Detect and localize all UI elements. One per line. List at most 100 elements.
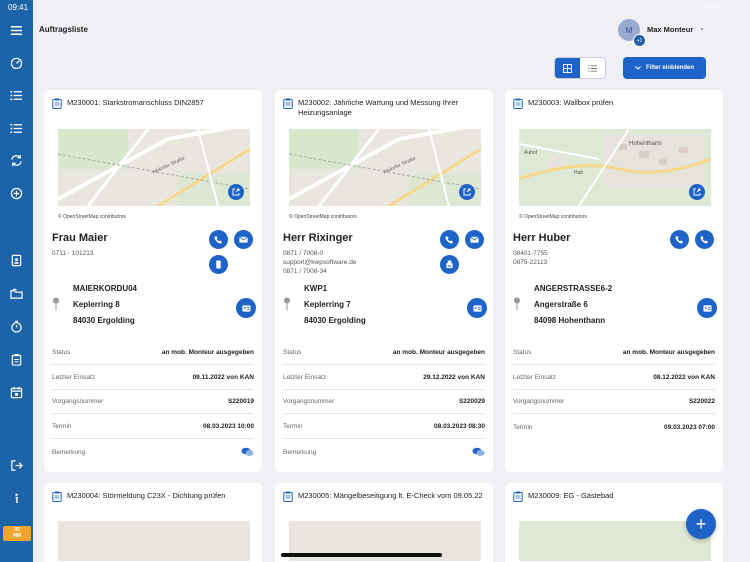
filter-button[interactable]: Filter einblenden [623,57,706,79]
map-preview[interactable] [519,521,711,561]
timer-icon[interactable] [9,319,24,334]
address-line: 84030 Ergolding [73,316,135,325]
order-list-icon[interactable] [9,121,24,136]
map-town-label: Hohenthann [629,141,662,147]
add-order-button[interactable]: + [686,509,716,539]
clipboard-icon[interactable] [9,352,24,367]
map-preview[interactable] [58,521,250,561]
pin-icon [284,297,290,311]
info-label: Vorgangsnummer [52,398,104,405]
user-initials-badge[interactable]: 02 MM [3,526,31,541]
list-icon[interactable] [9,88,24,103]
info-row-last-visit: Letzter Einsatz 08.12.2022 von KAN [513,366,715,390]
fax-icon [446,260,453,269]
call-button[interactable] [440,230,459,249]
order-card[interactable]: M230003: Wallbox prüfen Hohenthann Hub A… [505,90,723,472]
user-name[interactable]: Max Monteur [647,25,693,34]
mail-icon [470,236,479,243]
phone-icon [675,235,684,244]
info-label: Termin [513,423,533,431]
info-value: 08.03.2023 08:30 [434,423,485,430]
email-button[interactable] [465,230,484,249]
pin-icon [514,297,520,311]
chat-icon[interactable] [472,447,485,457]
osm-attribution[interactable]: © OpenStreetMap contributors [289,214,357,220]
open-map-button[interactable] [228,184,244,200]
map-preview[interactable]: Hohenthann Hub Auhof [519,129,711,206]
map-preview[interactable]: Altdorfer Straße [289,129,481,206]
osm-attribution[interactable]: © OpenStreetMap contributors [58,214,126,220]
chevron-down-icon[interactable]: ⌄ [699,24,705,32]
address-line: 84030 Ergolding [304,316,366,325]
phone-icon [700,235,709,244]
filter-button-label: Filter einblenden [645,65,694,71]
info-row-appointment: Termin 08.03.2023 10:00 [52,415,254,439]
order-card[interactable]: M230005: Mängelbeseitigung lt. E-Check v… [275,483,493,562]
plus-circle-icon[interactable] [9,186,24,201]
info-row-status: Status an mob. Monteur ausgegeben [513,341,715,365]
info-icon[interactable] [9,491,24,506]
menu-icon[interactable] [9,23,24,38]
info-label: Letzter Einsatz [513,374,556,381]
calendar-icon[interactable] [9,385,24,400]
map-preview[interactable]: Altdorfer Straße [58,129,250,206]
clipboard-icon [283,98,293,109]
sync-icon[interactable] [9,153,24,168]
info-row-process-number: Vorgangsnummer S220022 [513,390,715,414]
card-title: M230003: Wallbox prüfen [528,98,614,107]
info-label: Letzter Einsatz [52,374,95,381]
logout-icon[interactable] [9,458,24,473]
page-title: Auftragsliste [39,25,88,34]
info-row-process-number: Vorgangsnummer S220029 [283,390,485,414]
email-button[interactable] [234,230,253,249]
info-value: an mob. Monteur ausgegeben [161,349,254,356]
folders-icon[interactable] [9,286,24,301]
open-map-button[interactable] [459,184,475,200]
card-title: M230009: EG - Gästebad [528,491,614,500]
contact-card-button[interactable] [467,298,487,318]
info-row-appointment: Termin 08.03.2023 08:30 [283,415,485,439]
info-row-status: Status an mob. Monteur ausgegeben [52,341,254,365]
order-card[interactable]: M230002: Jährliche Wartung und Messung I… [275,90,493,472]
fax-button[interactable] [440,255,459,274]
osm-attribution[interactable]: © OpenStreetMap contributors [519,214,587,220]
grid-icon [563,63,572,73]
contact-card-button[interactable] [697,298,717,318]
card-header: M230001: Starkstromanschluss DIN2857 [52,98,254,109]
mobile-button[interactable] [209,255,228,274]
chat-icon[interactable] [241,447,254,457]
order-card[interactable]: M230004: Störmeldung C23X - Dichtung prü… [44,483,262,562]
chevron-down-icon [635,66,641,70]
card-title: M230001: Starkstromanschluss DIN2857 [67,98,204,107]
fax-line: 0871 / 7008-34 [283,268,327,275]
phone-line: 0875-22113 [513,259,548,266]
mail-icon [239,236,248,243]
call-button[interactable] [209,230,228,249]
contact-phone: 0711 - 101213 [52,249,93,258]
contact-name: Herr Rixinger [283,232,353,244]
grid-view-button[interactable] [555,58,580,78]
call-button-2[interactable] [695,230,714,249]
info-label: Status [283,349,302,356]
info-value: S220019 [227,398,254,405]
dashboard-icon[interactable] [9,55,24,70]
info-label: Termin [283,423,303,430]
view-toggle [554,57,606,79]
external-link-icon [232,188,240,196]
call-button[interactable] [670,230,689,249]
info-label: Bemerkung [52,448,86,456]
info-label: Status [513,349,532,356]
info-value: 29.12.2022 von KAN [423,374,485,381]
info-label: Status [52,349,71,356]
address-line: MAIERKORDU04 [73,284,138,293]
home-indicator[interactable] [281,553,442,557]
contact-card-button[interactable] [236,298,256,318]
order-card[interactable]: M230001: Starkstromanschluss DIN2857 Alt… [44,90,262,472]
contact-card-icon [241,304,251,312]
list-view-button[interactable] [580,58,605,78]
info-label: Vorgangsnummer [513,398,565,405]
info-row-last-visit: Letzter Einsatz 09.11.2022 von KAN [52,366,254,390]
avatar-count-badge: +1 [633,34,646,47]
open-map-button[interactable] [689,184,705,200]
contact-icon[interactable] [9,253,24,268]
